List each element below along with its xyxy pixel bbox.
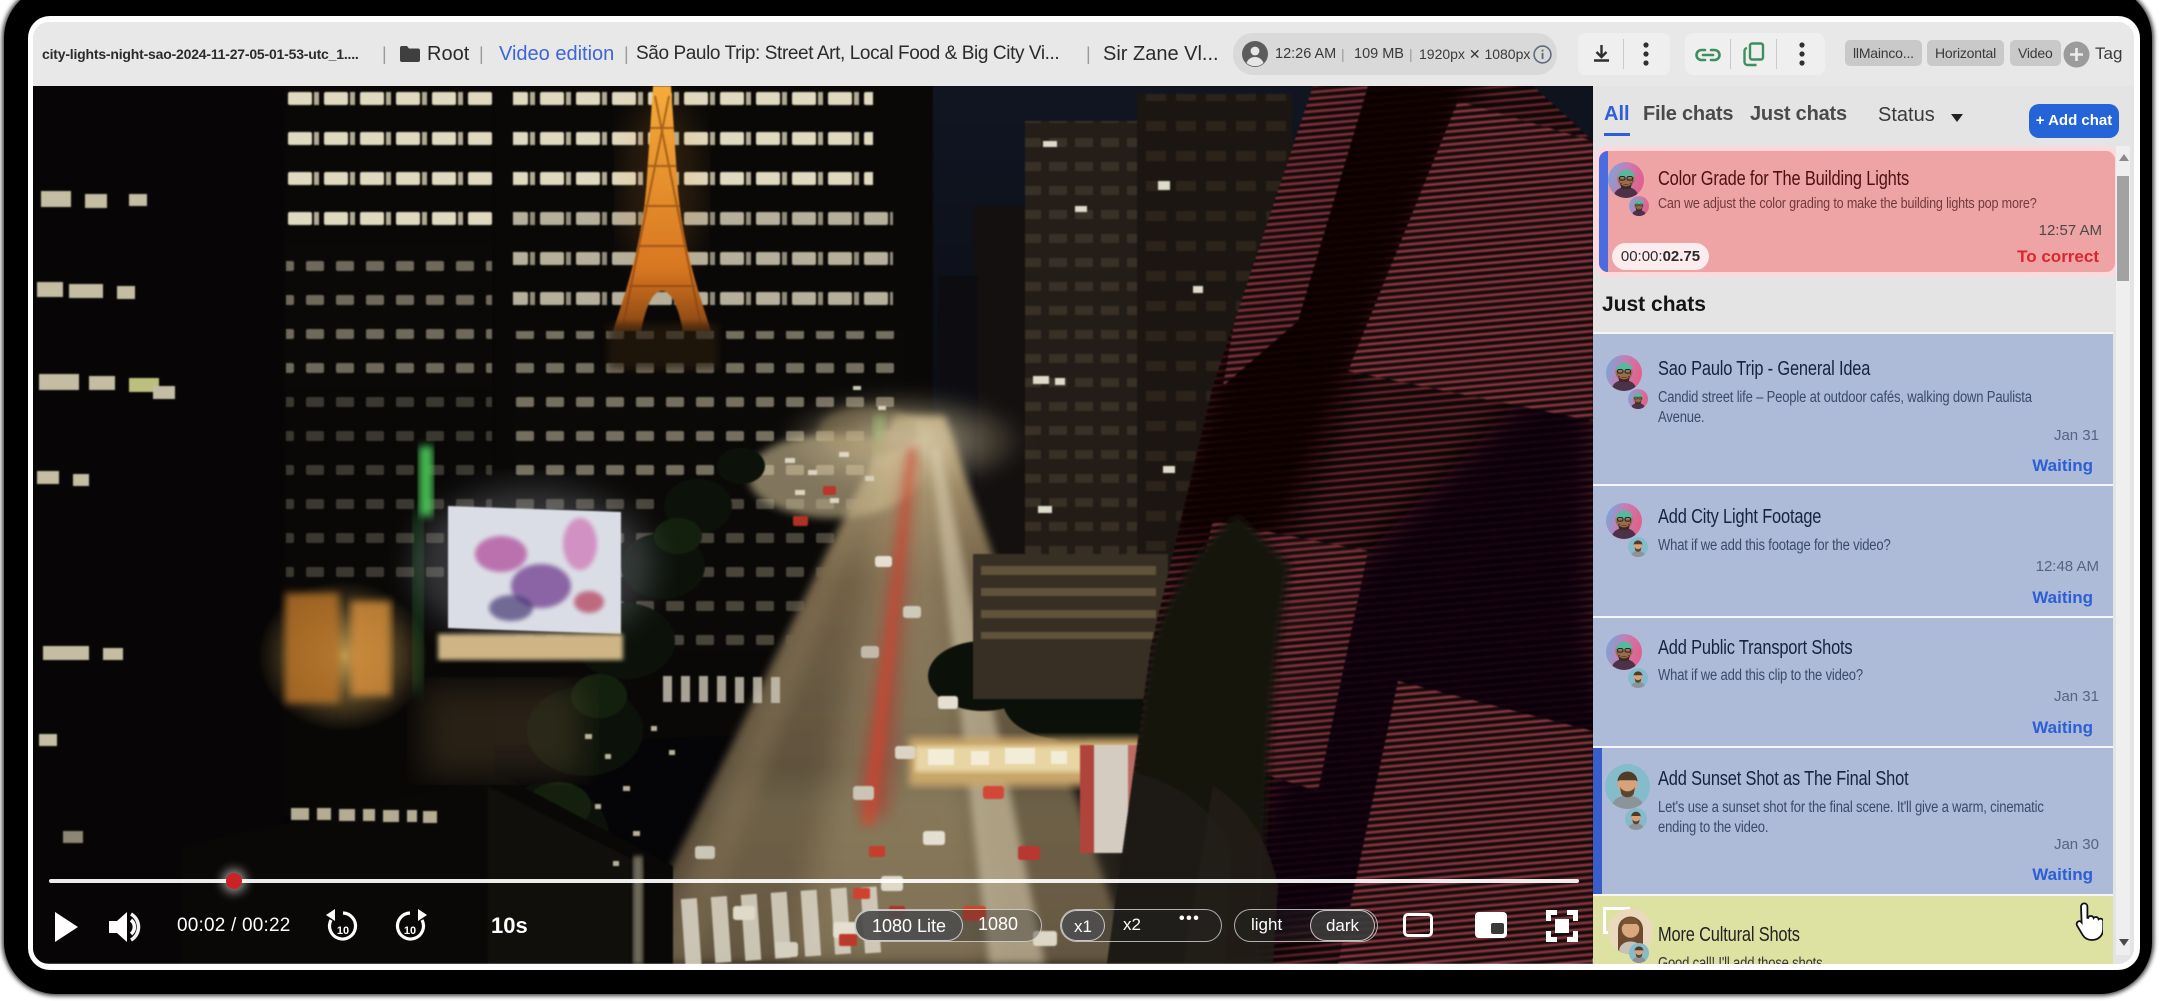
svg-text:10: 10: [404, 925, 416, 937]
svg-text:10: 10: [337, 925, 349, 937]
